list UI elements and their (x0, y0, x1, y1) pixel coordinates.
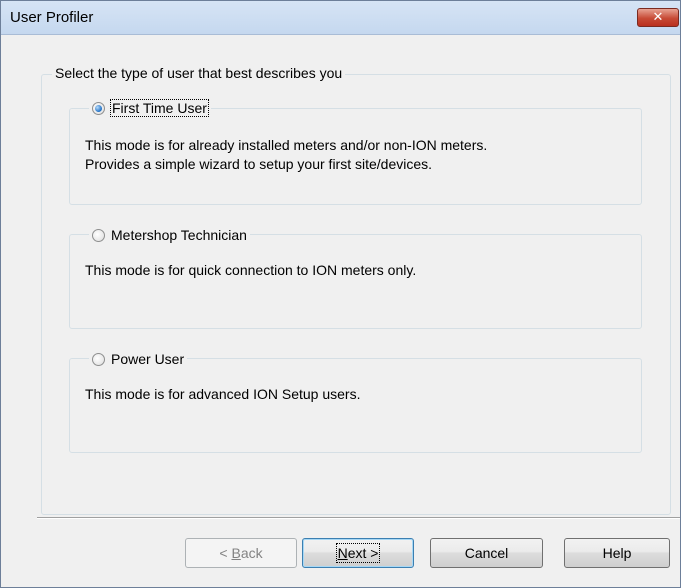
power-user-option[interactable]: Power User (89, 351, 188, 367)
user-profiler-dialog: User Profiler ✕ Select the type of user … (0, 0, 681, 588)
cancel-button[interactable]: Cancel (430, 538, 543, 568)
metershop-technician-label[interactable]: Metershop Technician (111, 227, 247, 243)
dialog-body: Select the type of user that best descri… (1, 35, 680, 587)
user-type-group-label: Select the type of user that best descri… (52, 65, 346, 81)
next-button-label: Next > (335, 543, 381, 563)
radio-icon[interactable] (92, 101, 105, 115)
cancel-button-label: Cancel (464, 545, 509, 561)
metershop-technician-group (69, 234, 642, 329)
radio-icon[interactable] (92, 352, 105, 366)
first-time-user-description: This mode is for already installed meter… (85, 136, 487, 174)
title-bar[interactable]: User Profiler ✕ (1, 1, 680, 35)
metershop-technician-option[interactable]: Metershop Technician (89, 227, 250, 243)
metershop-technician-description: This mode is for quick connection to ION… (85, 262, 417, 278)
back-button[interactable]: < Back (185, 538, 297, 568)
help-button[interactable]: Help (564, 538, 670, 568)
radio-icon[interactable] (92, 228, 105, 242)
close-icon: ✕ (652, 10, 664, 25)
window-title: User Profiler (10, 9, 94, 26)
close-button[interactable]: ✕ (637, 8, 679, 27)
description-line: This mode is for already installed meter… (85, 137, 488, 153)
power-user-label[interactable]: Power User (111, 351, 184, 367)
description-line: Provides a simple wizard to setup your f… (85, 156, 433, 172)
power-user-group (69, 358, 642, 453)
first-time-user-option[interactable]: First Time User (89, 99, 211, 117)
back-button-label: < Back (219, 545, 263, 561)
power-user-description: This mode is for advanced ION Setup user… (85, 386, 361, 402)
help-button-label: Help (602, 545, 632, 561)
next-button[interactable]: Next > (302, 538, 414, 568)
button-separator (37, 517, 680, 519)
first-time-user-label[interactable]: First Time User (110, 99, 209, 117)
